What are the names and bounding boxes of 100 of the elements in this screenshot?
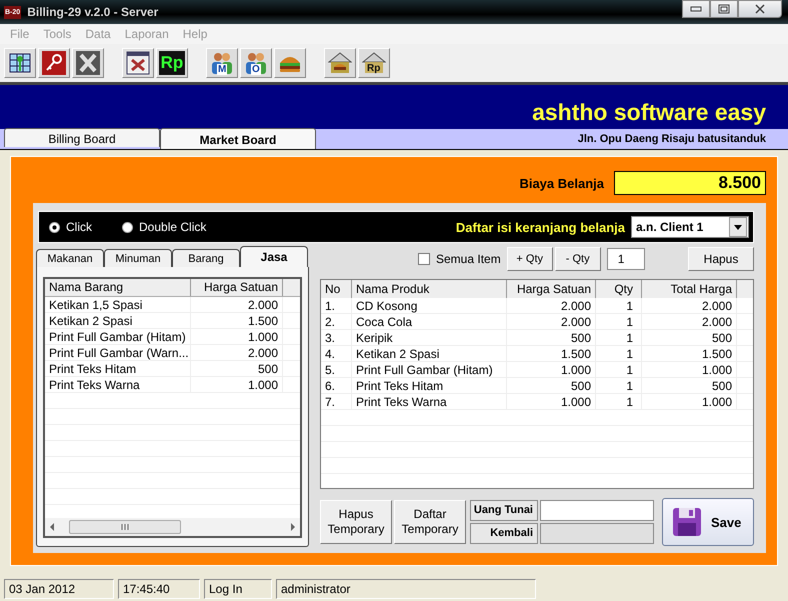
table-cell: 6.	[321, 378, 352, 394]
toolbar-button[interactable]	[4, 48, 36, 78]
table-cell: Print Full Gambar (Hitam)	[352, 362, 507, 378]
save-button[interactable]: Save	[662, 498, 754, 546]
minimize-button[interactable]	[682, 0, 710, 18]
radio-button[interactable]: Double Click	[122, 220, 206, 234]
table-cell: Keripik	[352, 330, 507, 346]
grip-icon	[121, 524, 129, 530]
table-cell: 1.000	[507, 362, 596, 378]
qty-field[interactable]: 1	[606, 248, 645, 270]
table-cell: 1.	[321, 298, 352, 314]
table-cell: 2.000	[642, 314, 737, 330]
status-field: administrator	[276, 579, 536, 599]
toolbar-button[interactable]	[324, 48, 356, 78]
delete-button[interactable]: Hapus	[688, 247, 754, 271]
add-qty-button[interactable]: + Qty	[506, 247, 553, 271]
maximize-icon	[718, 4, 730, 14]
column-header[interactable]: Harga Satuan	[507, 280, 596, 298]
house-burger-icon	[328, 51, 352, 75]
table-cell: Print Teks Warna	[45, 377, 191, 393]
change-label: Kembali	[470, 523, 538, 544]
table-cell: Print Teks Warna	[352, 394, 507, 410]
column-header[interactable]: Nama Barang	[45, 279, 191, 296]
table-key-icon	[8, 51, 32, 75]
table-cell: Print Full Gambar (Hitam)	[45, 329, 191, 345]
category-tab[interactable]: Makanan	[36, 249, 104, 267]
cart-label: Daftar isi keranjang belanja	[456, 220, 625, 234]
total-label: Biaya Belanja	[519, 176, 604, 190]
temporary-list-button[interactable]: Daftar Temporary	[394, 500, 466, 544]
empty-column-header	[737, 280, 753, 298]
x-icon	[76, 51, 100, 75]
scroll-left-icon	[49, 523, 55, 531]
category-tab[interactable]: Jasa	[240, 246, 308, 267]
table-cell: 1.500	[507, 346, 596, 362]
toolbar-button[interactable]	[122, 48, 154, 78]
close-icon	[754, 4, 766, 14]
table-cell: 500	[507, 330, 596, 346]
table-cell: Ketikan 2 Spasi	[45, 313, 191, 329]
table-cell: 1.000	[191, 377, 283, 393]
table-cell: Coca Cola	[352, 314, 507, 330]
toolbar-button[interactable]	[38, 48, 70, 78]
category-tab[interactable]: Barang	[172, 249, 240, 267]
column-header[interactable]: Total Harga	[642, 280, 737, 298]
table-cell: 1	[596, 314, 642, 330]
window-title: Billing-29 v.2.0 - Server	[27, 5, 158, 19]
minimize-icon	[690, 5, 702, 13]
tab[interactable]: Market Board	[160, 128, 316, 149]
table-cell: 2.000	[507, 298, 596, 314]
radio-button[interactable]: Click	[49, 220, 92, 234]
table-cell: 500	[642, 378, 737, 394]
key-icon	[42, 51, 66, 75]
column-header[interactable]: Harga Satuan	[191, 279, 283, 296]
table-cell: CD Kosong	[352, 298, 507, 314]
table-cell: 2.000	[507, 314, 596, 330]
table-cell: 500	[642, 330, 737, 346]
category-tab[interactable]: Minuman	[104, 249, 172, 267]
clear-temporary-button[interactable]: Hapus Temporary	[320, 500, 392, 544]
column-header[interactable]: Nama Produk	[352, 280, 507, 298]
client-dropdown[interactable]: a.n. Client 1	[631, 216, 749, 238]
table-cell: Print Teks Hitam	[45, 361, 191, 377]
table-cell: 500	[191, 361, 283, 377]
status-field: 17:45:40	[118, 579, 200, 599]
table-cell: 2.000	[642, 298, 737, 314]
toolbar-button[interactable]	[274, 48, 306, 78]
cash-field[interactable]	[540, 500, 654, 521]
maximize-button[interactable]	[710, 0, 738, 18]
cash-label: Uang Tunai	[470, 500, 538, 521]
table-cell: 1.500	[191, 313, 283, 329]
table-cell: 1.000	[642, 362, 737, 378]
table-cell: 1	[596, 330, 642, 346]
address-text: Jln. Opu Daeng Risaju batusitanduk	[578, 132, 766, 147]
table-cell: Print Full Gambar (Warn...	[45, 345, 191, 361]
close-button[interactable]	[738, 0, 782, 18]
table-cell: 5.	[321, 362, 352, 378]
table-cell: 2.	[321, 314, 352, 330]
table-cell: 7.	[321, 394, 352, 410]
status-field: Log In	[204, 579, 272, 599]
table-cell: 2.000	[191, 297, 283, 313]
toolbar-button[interactable]	[72, 48, 104, 78]
status-field: 03 Jan 2012	[4, 579, 114, 599]
horizontal-scrollbar[interactable]	[45, 518, 300, 536]
dropdown-arrow-icon	[734, 224, 742, 230]
table-cell: Ketikan 1,5 Spasi	[45, 297, 191, 313]
table-cell: 1.000	[507, 394, 596, 410]
table-cell: 1.000	[191, 329, 283, 345]
brand-title: ashtho software easy	[532, 98, 766, 127]
table-cell: 1	[596, 378, 642, 394]
table-cell: 1	[596, 346, 642, 362]
reduce-qty-button[interactable]: - Qty	[554, 247, 601, 271]
table-cell: Ketikan 2 Spasi	[352, 346, 507, 362]
all-items-checkbox[interactable]: Semua Item	[418, 252, 501, 266]
table-cell: Print Teks Hitam	[352, 378, 507, 394]
checkbox[interactable]	[418, 253, 430, 265]
table-cell: 1	[596, 362, 642, 378]
column-header[interactable]: No	[321, 280, 352, 298]
tab[interactable]: Billing Board	[4, 128, 160, 147]
total-value: 8.500	[614, 171, 766, 195]
table-cell: 1	[596, 394, 642, 410]
scroll-thumb[interactable]	[69, 520, 181, 534]
column-header[interactable]: Qty	[596, 280, 642, 298]
